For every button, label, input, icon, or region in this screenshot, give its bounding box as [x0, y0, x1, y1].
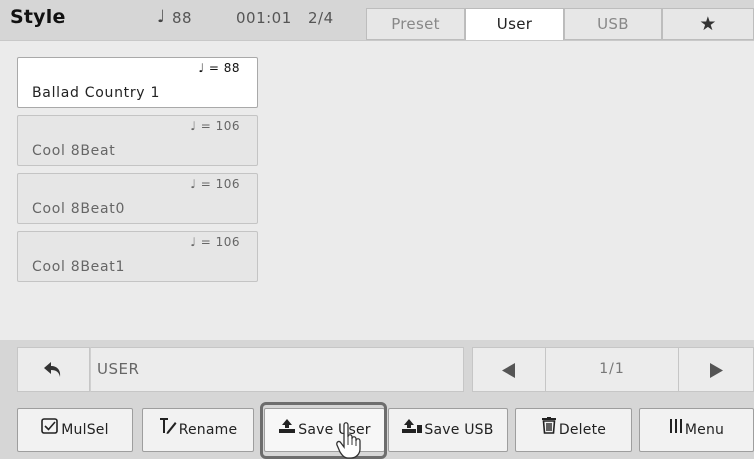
page-title: Style [10, 6, 66, 28]
style-item-tempo: ♩ = 106 [190, 119, 240, 133]
delete-label: Delete [558, 422, 607, 438]
menu-bars-icon [669, 409, 683, 451]
tab-favorites[interactable]: ★ [662, 8, 754, 40]
previous-page-button[interactable] [472, 347, 546, 392]
style-item-cool-8beat1[interactable]: ♩ = 106 Cool 8Beat1 [17, 231, 258, 282]
folder-path: USER [90, 347, 464, 392]
left-triangle-icon [502, 363, 515, 378]
tab-preset[interactable]: Preset [366, 8, 465, 40]
next-page-button[interactable] [678, 347, 754, 392]
right-triangle-icon [710, 363, 723, 378]
save-usb-icon [402, 409, 423, 451]
style-item-name: Ballad Country 1 [32, 85, 161, 101]
save-usb-button[interactable]: Save USB [388, 408, 508, 452]
save-user-button[interactable]: Save User [264, 408, 385, 452]
style-item-tempo: ♩ = 106 [190, 235, 240, 249]
style-item-cool-8beat[interactable]: ♩ = 106 Cool 8Beat [17, 115, 258, 166]
style-item-name: Cool 8Beat1 [32, 259, 126, 275]
style-item-name: Cool 8Beat0 [32, 201, 126, 217]
rename-pen-icon [159, 409, 177, 451]
tempo-note-icon: ♩ [157, 7, 166, 27]
rename-label: Rename [178, 422, 238, 438]
tab-user[interactable]: User [465, 8, 564, 41]
delete-button[interactable]: Delete [515, 408, 632, 452]
save-usb-label: Save USB [424, 422, 494, 438]
save-user-icon [278, 409, 296, 451]
rename-button[interactable]: Rename [142, 408, 254, 452]
navigation-bar: USER 1/1 [0, 346, 754, 394]
multi-select-label: MulSel [61, 422, 109, 438]
song-position: 001:01 [236, 9, 292, 27]
back-button[interactable] [17, 347, 90, 392]
style-item-name: Cool 8Beat [32, 143, 116, 159]
tempo-value: 88 [172, 9, 193, 27]
style-item-cool-8beat0[interactable]: ♩ = 106 Cool 8Beat0 [17, 173, 258, 224]
trash-icon [541, 409, 557, 451]
undo-arrow-icon [43, 362, 60, 377]
menu-button[interactable]: Menu [639, 408, 754, 452]
tab-usb[interactable]: USB [564, 8, 662, 40]
page-indicator: 1/1 [546, 347, 678, 392]
style-item-ballad-country-1[interactable]: ♩ = 88 Ballad Country 1 [17, 57, 258, 108]
time-signature: 2/4 [308, 9, 334, 27]
save-user-label: Save User [298, 422, 371, 438]
star-icon: ★ [699, 13, 717, 35]
style-list-panel: ♩ = 88 Ballad Country 1 ♩ = 106 Cool 8Be… [0, 40, 754, 340]
style-item-tempo: ♩ = 88 [198, 61, 240, 75]
multi-select-button[interactable]: MulSel [17, 408, 133, 452]
checkbox-icon [41, 409, 59, 451]
menu-label: Menu [684, 422, 725, 438]
style-item-tempo: ♩ = 106 [190, 177, 240, 191]
header-bar: Style ♩ 88 001:01 2/4 Preset User USB ★ [0, 0, 754, 41]
